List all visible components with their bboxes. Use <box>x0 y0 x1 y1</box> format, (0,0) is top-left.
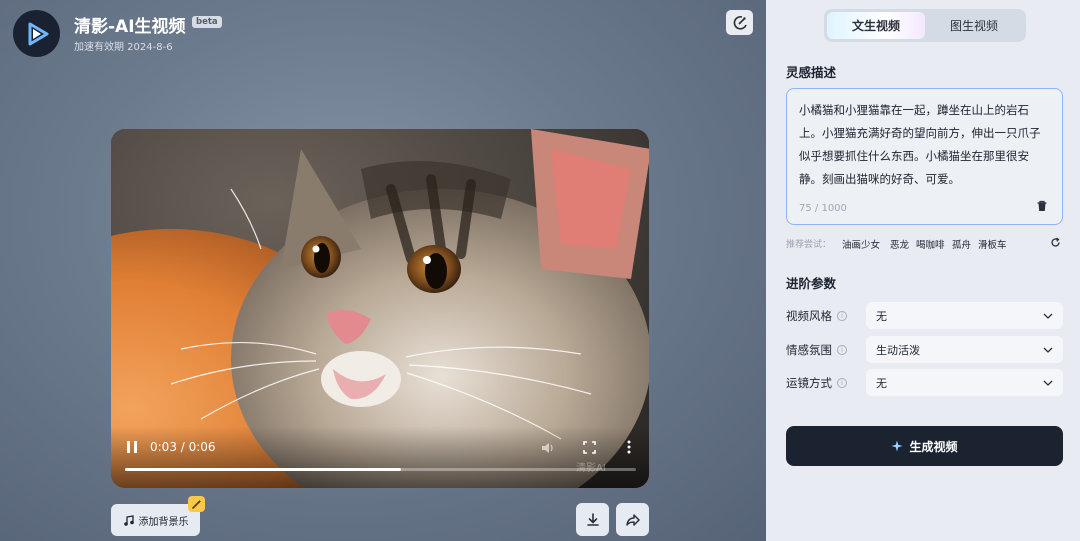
style-select[interactable]: 无 <box>866 302 1063 329</box>
suggestion-chip[interactable]: 油画少女 <box>842 237 880 251</box>
magic-button[interactable] <box>726 10 753 35</box>
share-arrow-icon <box>625 513 640 526</box>
prompt-text[interactable]: 小橘猫和小狸猫靠在一起，蹲坐在山上的岩石上。小狸猫充满好奇的望向前方，伸出一只爪… <box>799 99 1050 191</box>
suggestions-row: 推荐尝试： 油画少女 恶龙 喝咖啡 孤舟 滑板车 <box>786 237 1063 251</box>
prompt-section-title: 灵感描述 <box>786 65 837 80</box>
tab-text-to-video[interactable]: 文生视频 <box>827 12 925 39</box>
video-player[interactable]: 0:03 / 0:06 清影AI <box>111 129 649 488</box>
mood-select[interactable]: 生动活泼 <box>866 336 1063 363</box>
add-music-button[interactable]: 添加背景乐 <box>111 504 200 536</box>
share-button[interactable] <box>616 503 649 536</box>
chevron-down-icon <box>1043 313 1053 319</box>
mood-select-value: 生动活泼 <box>876 343 920 357</box>
suggestion-chip[interactable]: 孤舟 <box>952 237 971 251</box>
download-icon <box>586 512 599 526</box>
chevron-down-icon <box>1043 347 1053 353</box>
app-logo <box>13 10 60 57</box>
suggestion-chip[interactable]: 恶龙 <box>890 237 909 251</box>
suggestion-chip[interactable]: 喝咖啡 <box>916 237 945 251</box>
acceleration-expiry: 加速有效期 2024-8-6 <box>74 42 173 53</box>
generate-label: 生成视频 <box>909 439 958 454</box>
add-music-label: 添加背景乐 <box>138 516 189 528</box>
camera-select-value: 无 <box>876 376 887 390</box>
info-icon[interactable]: i <box>837 345 847 355</box>
wand-badge <box>188 496 205 512</box>
video-progress-fill <box>125 468 401 471</box>
beta-badge: beta <box>192 16 222 28</box>
sparkle-icon <box>891 440 903 452</box>
param-label-camera: 运镜方式 i <box>786 375 847 391</box>
magic-wand-icon <box>192 499 202 509</box>
info-icon[interactable]: i <box>837 378 847 388</box>
app-title: 清影-AI生视频 <box>74 17 186 37</box>
param-label-text: 运镜方式 <box>786 376 832 390</box>
magic-icon <box>733 15 747 30</box>
fullscreen-icon[interactable] <box>583 441 596 454</box>
trash-icon[interactable] <box>1036 200 1048 212</box>
pause-icon[interactable] <box>125 440 139 454</box>
tab-image-to-video[interactable]: 图生视频 <box>925 12 1023 39</box>
refresh-icon[interactable] <box>1050 237 1061 248</box>
settings-panel: 文生视频 图生视频 灵感描述 小橘猫和小狸猫靠在一起，蹲坐在山上的岩石上。小狸猫… <box>766 0 1080 541</box>
suggestion-chip[interactable]: 滑板车 <box>978 237 1007 251</box>
prompt-input[interactable]: 小橘猫和小狸猫靠在一起，蹲坐在山上的岩石上。小狸猫充满好奇的望向前方，伸出一只爪… <box>786 88 1063 225</box>
char-counter: 75 / 1000 <box>799 203 847 214</box>
download-button[interactable] <box>576 503 609 536</box>
play-logo-icon <box>28 22 48 45</box>
generate-video-button[interactable]: 生成视频 <box>786 426 1063 466</box>
info-icon[interactable]: i <box>837 311 847 321</box>
style-select-value: 无 <box>876 309 887 323</box>
param-label-text: 情感氛围 <box>786 343 832 357</box>
chevron-down-icon <box>1043 380 1053 386</box>
volume-icon[interactable] <box>541 441 555 455</box>
video-time: 0:03 / 0:06 <box>150 440 216 454</box>
video-watermark: 清影AI <box>576 463 606 474</box>
mode-tabs: 文生视频 图生视频 <box>824 9 1026 42</box>
param-label-text: 视频风格 <box>786 309 832 323</box>
preview-area: 清影-AI生视频 beta 加速有效期 2024-8-6 0:03 / 0:06… <box>0 0 766 541</box>
camera-select[interactable]: 无 <box>866 369 1063 396</box>
music-note-icon <box>123 514 134 526</box>
more-options-icon[interactable] <box>623 440 635 454</box>
param-label-mood: 情感氛围 i <box>786 342 847 358</box>
advanced-section-title: 进阶参数 <box>786 276 837 291</box>
param-label-style: 视频风格 i <box>786 308 847 324</box>
suggest-label: 推荐尝试： <box>786 240 832 250</box>
video-progress[interactable] <box>125 468 636 471</box>
